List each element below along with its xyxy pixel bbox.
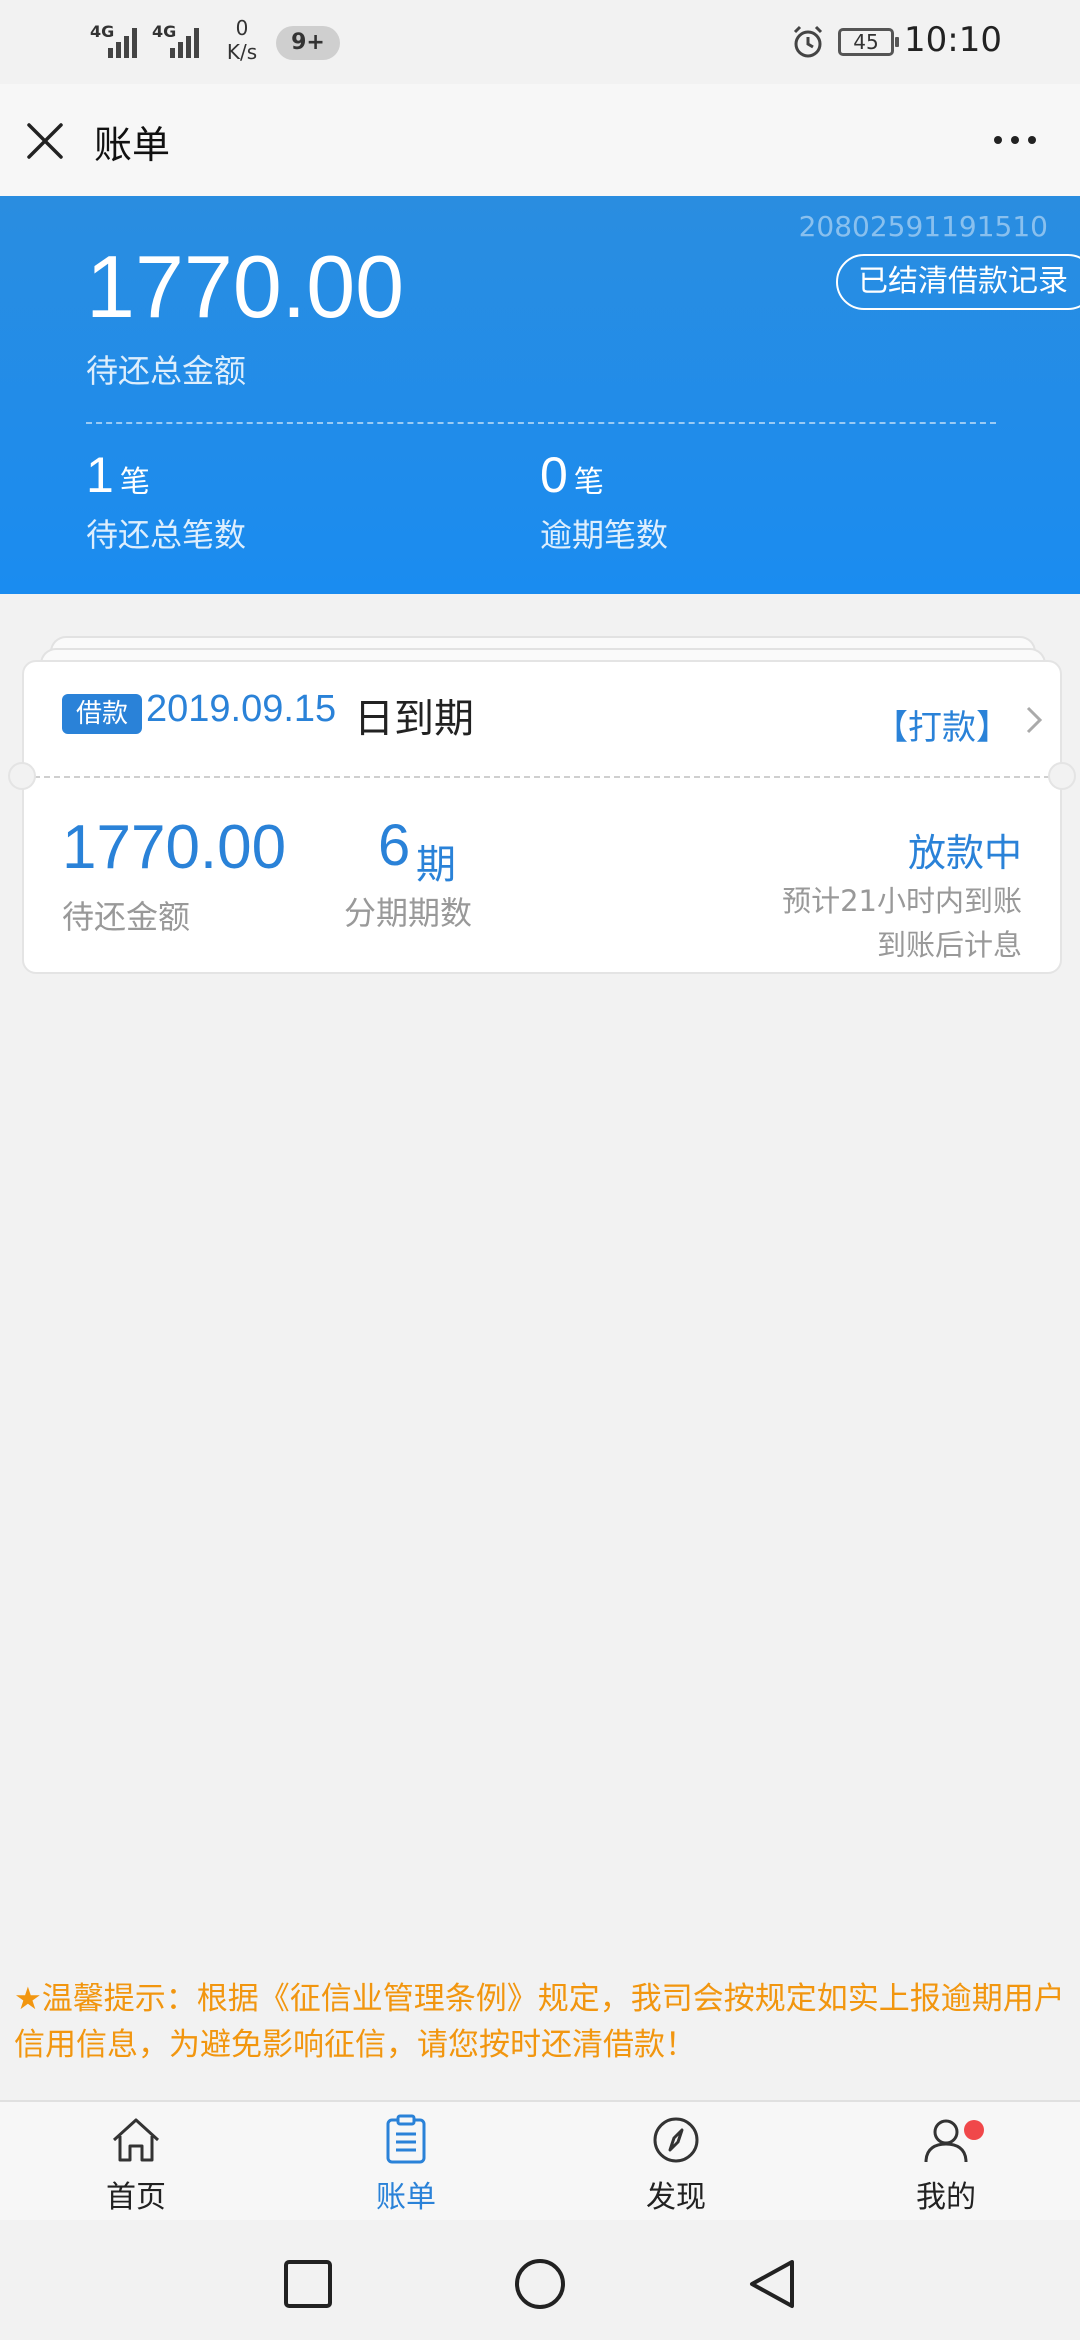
pending-count-value: 1 [86, 447, 114, 503]
nav-bar: 账单 [0, 84, 1080, 196]
pending-count-stat: 1笔 待还总笔数 [86, 446, 246, 556]
due-date-suffix: 日到期 [354, 696, 474, 742]
settled-loans-history-button[interactable]: 已结清借款记录 [836, 254, 1080, 310]
loan-due-amount-label: 待还金额 [62, 898, 191, 936]
network-speed-value: 0 [235, 16, 249, 40]
summary-divider [86, 422, 996, 424]
system-navigation-bar [0, 2220, 1080, 2340]
bill-summary-panel: 20802591191510 已结清借款记录 1770.00 待还总金额 1笔 … [0, 196, 1080, 594]
tab-mine[interactable]: 我的 [846, 2112, 1046, 2222]
total-due-amount: 1770.00 [86, 237, 405, 336]
unread-dot-badge [964, 2120, 984, 2140]
tab-bill[interactable]: 账单 [306, 2112, 506, 2222]
user-icon [924, 2119, 968, 2163]
overdue-count-stat: 0笔 逾期笔数 [540, 446, 668, 556]
signal-bars-icon [170, 28, 199, 58]
installment-count-label: 分期期数 [344, 894, 473, 932]
status-time: 10:10 [904, 20, 1002, 60]
card-notch-left [8, 762, 36, 790]
credit-reporting-tip: ★温馨提示：根据《征信业管理条例》规定，我司会按规定如实上报逾期用户信用信息，为… [14, 1981, 1065, 2063]
home-icon [112, 2118, 160, 2162]
bottom-tab-bar: 首页 账单 发现 我的 [0, 2100, 1080, 2220]
battery-indicator: 45 [838, 28, 899, 56]
overdue-count-value: 0 [540, 447, 568, 503]
signal-sim1: 4G [90, 22, 150, 58]
home-circle-icon[interactable] [512, 2256, 568, 2312]
loan-tag-badge: 借款 [62, 694, 142, 734]
overdue-count-label: 逾期笔数 [540, 516, 669, 554]
interest-note: 到账后计息 [876, 928, 1022, 962]
notification-count-badge: 9+ [276, 26, 340, 60]
close-icon[interactable] [26, 122, 64, 160]
tab-bill-label: 账单 [376, 2180, 436, 2215]
compass-icon [653, 2117, 699, 2163]
tab-discover[interactable]: 发现 [576, 2112, 776, 2222]
page-title: 账单 [94, 123, 171, 167]
pending-count-unit: 笔 [119, 465, 150, 500]
installment-unit: 期 [416, 842, 456, 888]
installment-count: 6 [378, 813, 411, 878]
loan-card[interactable]: 借款 2019.09.15 日到期 【打款】 1770.00 待还金额 6 期 … [8, 660, 1076, 974]
card-notch-right [1048, 762, 1076, 790]
network-speed-unit: K/s [226, 40, 258, 64]
back-triangle-icon[interactable] [744, 2256, 800, 2312]
pending-count-label: 待还总笔数 [86, 516, 247, 554]
tab-discover-label: 发现 [646, 2180, 706, 2215]
account-number: 20802591191510 [798, 210, 1048, 243]
card-perforation [34, 776, 1050, 778]
alarm-icon [793, 25, 823, 58]
transfer-link[interactable]: 【打款】 [874, 700, 1010, 749]
loan-due-amount: 1770.00 [62, 813, 287, 882]
loan-arrival-eta: 预计21小时内到账 [782, 884, 1022, 918]
signal-sim2: 4G [152, 22, 212, 58]
tab-home-label: 首页 [106, 2180, 166, 2215]
due-date: 2019.09.15 [146, 688, 337, 730]
status-bar: 4G 4G 0 K/s 9+ 45 10:10 [0, 0, 1080, 84]
network-speed: 0 K/s [222, 16, 262, 64]
tab-home[interactable]: 首页 [36, 2112, 236, 2222]
bill-icon [386, 2114, 426, 2164]
total-due-label: 待还总金额 [86, 352, 247, 390]
signal-bars-icon [108, 28, 137, 58]
recent-apps-icon[interactable] [280, 2256, 336, 2312]
overdue-count-unit: 笔 [573, 465, 604, 500]
loan-status: 放款中 [907, 831, 1022, 875]
more-options-icon[interactable] [990, 132, 1040, 148]
chevron-right-icon[interactable] [1024, 704, 1044, 736]
tab-mine-label: 我的 [916, 2180, 976, 2215]
